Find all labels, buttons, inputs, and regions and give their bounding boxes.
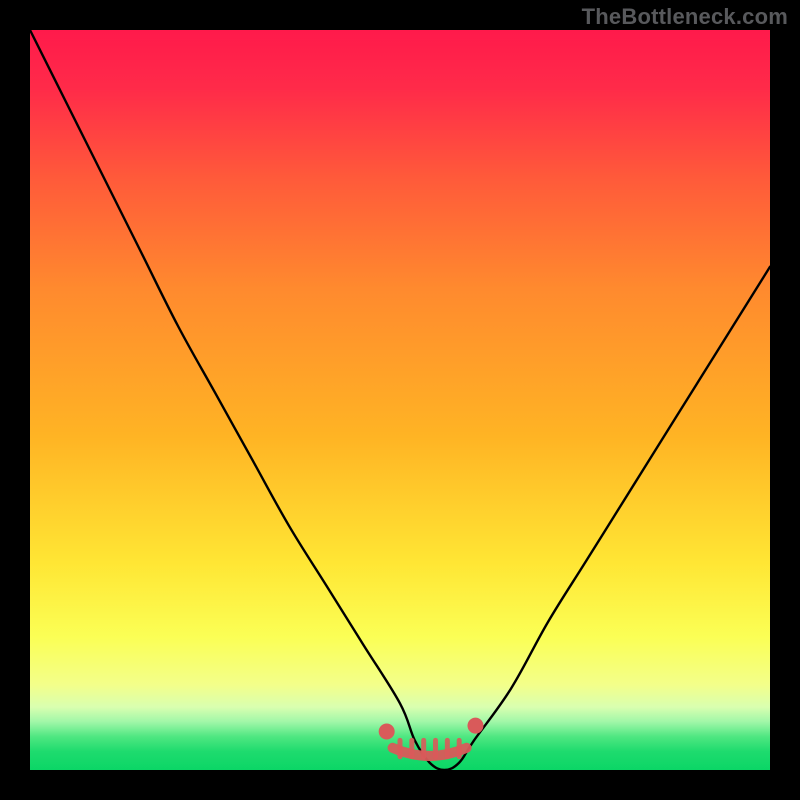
watermark-text: TheBottleneck.com xyxy=(582,4,788,30)
bottleneck-chart xyxy=(0,0,800,800)
chart-svg xyxy=(0,0,800,800)
